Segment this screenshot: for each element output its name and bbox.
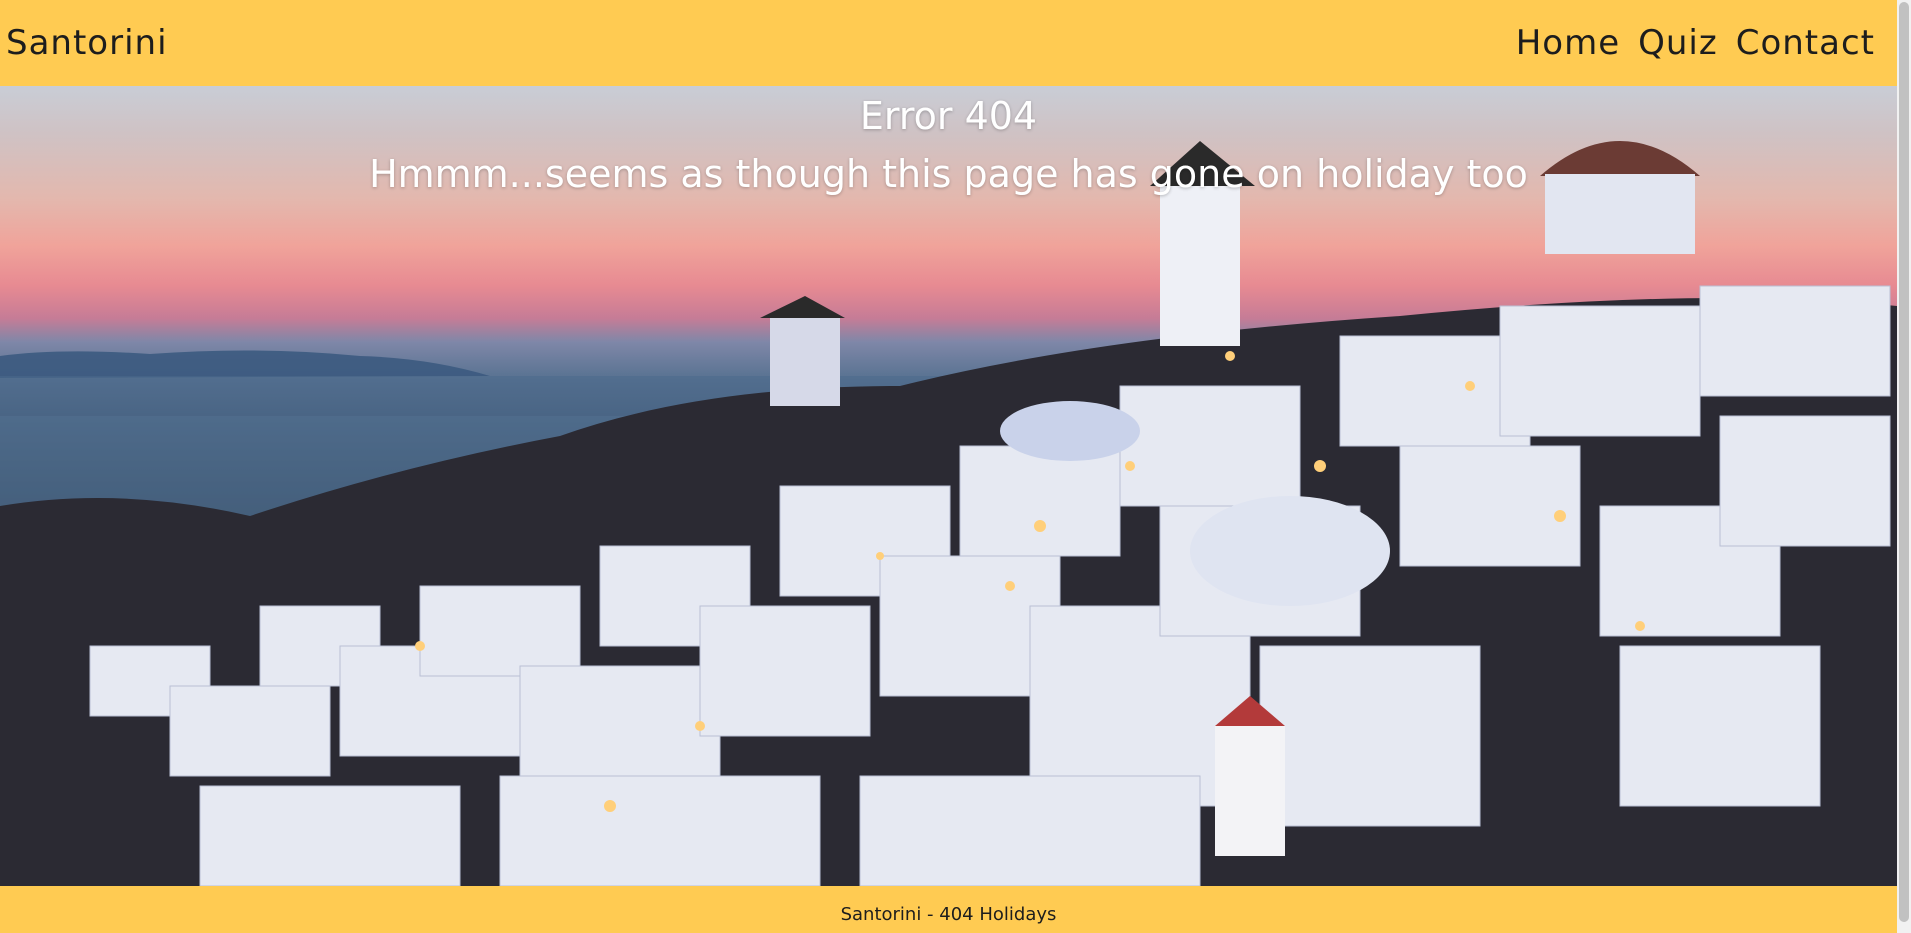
- vertical-scrollbar[interactable]: [1897, 0, 1911, 933]
- site-footer: Santorini - 404 Holidays: [0, 886, 1897, 933]
- scrollbar-thumb[interactable]: [1899, 2, 1909, 922]
- nav-link-quiz[interactable]: Quiz: [1638, 23, 1718, 63]
- page: Santorini Home Quiz Contact Error 404 Hm…: [0, 0, 1911, 933]
- nav-link-contact[interactable]: Contact: [1736, 23, 1875, 63]
- brand-logo-link[interactable]: Santorini: [6, 23, 168, 63]
- hero-section: Error 404 Hmmm...seems as though this pa…: [0, 86, 1897, 886]
- error-title: Error 404: [859, 94, 1038, 138]
- nav-link-home[interactable]: Home: [1516, 23, 1620, 63]
- site-header: Santorini Home Quiz Contact: [0, 0, 1897, 86]
- error-message: Error 404 Hmmm...seems as though this pa…: [0, 86, 1897, 196]
- santorini-background-image: [0, 141, 1897, 886]
- footer-text: Santorini - 404 Holidays: [840, 904, 1057, 925]
- main-nav: Home Quiz Contact: [1516, 23, 1875, 63]
- error-subtitle: Hmmm...seems as though this page has gon…: [369, 152, 1528, 196]
